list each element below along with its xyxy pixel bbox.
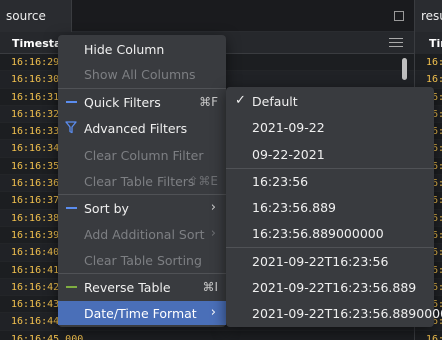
menu-item-show-all-columns[interactable]: Show All Columns (58, 62, 226, 86)
table-row[interactable]: 16:16 (415, 54, 442, 72)
sort-by-icon (66, 207, 77, 209)
chevron-right-icon: › (210, 226, 216, 241)
menu-item-clear-table-sorting[interactable]: Clear Table Sorting (58, 248, 226, 272)
table-row[interactable]: 16:16 (415, 330, 442, 340)
format-option-date-us[interactable]: 09-22-2021 (226, 142, 434, 166)
tab-bar (72, 0, 414, 32)
tab-result-label: result (421, 9, 442, 23)
result-column-header-timestamp[interactable]: Timestamp (429, 37, 442, 50)
column-menu-icon[interactable] (389, 38, 403, 48)
menu-item-reverse-table[interactable]: Reverse Table ⌘I (58, 275, 226, 299)
tab-source[interactable]: source (0, 0, 72, 32)
format-option-date-iso[interactable]: 2021-09-22 (226, 115, 434, 139)
column-context-menu: Hide Column Show All Columns Quick Filte… (58, 35, 226, 327)
format-option-time-nanos[interactable]: 16:23:56.889000000 (226, 221, 434, 245)
format-option-default[interactable]: ✓ Default (226, 89, 434, 113)
funnel-icon (65, 121, 77, 137)
menu-divider (58, 194, 226, 195)
menu-divider (58, 88, 226, 89)
chevron-right-icon: › (210, 305, 216, 320)
reverse-table-icon (66, 286, 77, 288)
checkmark-icon: ✓ (235, 93, 246, 108)
tab-source-label: source (6, 9, 46, 23)
format-option-time-millis[interactable]: 16:23:56.889 (226, 195, 434, 219)
menu-item-add-additional-sort[interactable]: Add Additional Sort › (58, 222, 226, 246)
menu-item-advanced-filters[interactable]: Advanced Filters (58, 116, 226, 140)
menu-item-date-time-format[interactable]: Date/Time Format › (58, 301, 226, 325)
menu-item-quick-filters[interactable]: Quick Filters ⌘F (58, 90, 226, 114)
quick-filters-icon (66, 101, 77, 103)
format-option-datetime-millis[interactable]: 2021-09-22T16:23:56.889 (226, 275, 434, 299)
maximize-icon[interactable] (394, 11, 404, 21)
vertical-scrollbar-thumb[interactable] (402, 58, 407, 80)
format-option-datetime-seconds[interactable]: 2021-09-22T16:23:56 (226, 249, 434, 273)
menu-item-hide-column[interactable]: Hide Column (58, 37, 226, 61)
tab-result[interactable]: result (414, 0, 442, 32)
menu-item-clear-table-filters[interactable]: Clear Table Filters ⇧⌘E (58, 169, 226, 193)
format-option-time-seconds[interactable]: 16:23:56 (226, 169, 434, 193)
format-option-datetime-nanos[interactable]: 2021-09-22T16:23:56.889000000 (226, 301, 442, 325)
shortcut-label: ⌘I (202, 280, 218, 294)
menu-item-sort-by[interactable]: Sort by › (58, 196, 226, 220)
table-row[interactable]: 16:16:45.000 (0, 330, 414, 340)
shortcut-label: ⇧⌘E (188, 174, 218, 188)
submenu-divider (226, 247, 434, 248)
table-row[interactable]: 16:16 (415, 71, 442, 89)
menu-divider (58, 273, 226, 274)
shortcut-label: ⌘F (199, 95, 218, 109)
date-time-format-submenu: ✓ Default 2021-09-22 09-22-2021 16:23:56… (226, 87, 442, 327)
menu-item-clear-column-filter[interactable]: Clear Column Filter (58, 143, 226, 167)
result-column-header-row: Timestamp (414, 32, 442, 54)
chevron-right-icon: › (210, 200, 216, 215)
